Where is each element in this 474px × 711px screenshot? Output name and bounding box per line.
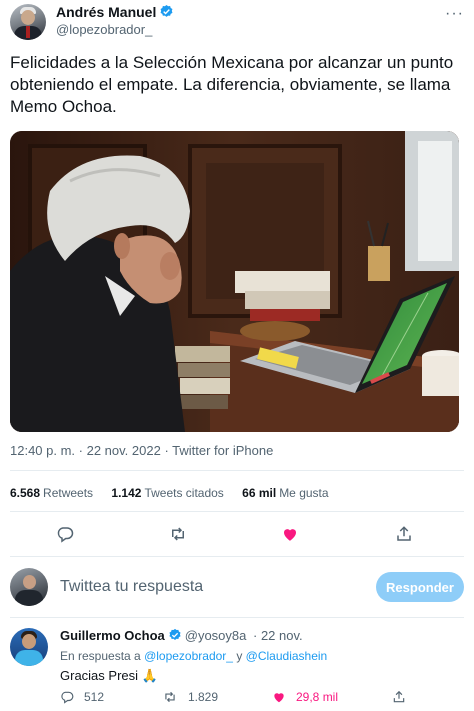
author-handle[interactable]: @lopezobrador_ [56,22,152,37]
retweets-label: Retweets [43,486,94,500]
reply-reply-action[interactable]: 512 [60,690,104,704]
reply-compose: Twittea tu respuesta Responder [10,566,464,606]
in-reply-conjunction: y [236,649,243,663]
verified-badge-icon [159,4,174,22]
mention-link[interactable]: @Claudiashein [246,649,328,663]
reply-share-action[interactable] [392,690,406,704]
mention-link[interactable]: @lopezobrador_ [144,649,233,663]
likes-label: Me gusta [279,486,329,500]
tweet-time[interactable]: 12:40 p. m. [10,443,75,458]
author-name[interactable]: Andrés Manuel [56,4,156,20]
retweets-stat[interactable]: 6.568 Retweets [10,486,93,500]
tweet-text: Felicidades a la Selección Mexicana por … [10,53,454,116]
reply-retweets-count: 1.829 [188,690,219,704]
reply-date[interactable]: · 22 nov. [253,628,303,643]
verified-badge-icon [168,628,182,645]
retweets-count: 6.568 [10,486,41,500]
reply-icon[interactable] [55,524,75,544]
quotes-count: 1.142 [111,486,142,500]
more-icon[interactable]: ··· [445,6,464,22]
tweet-date[interactable]: 22 nov. 2022 [87,443,161,458]
tweet-stats: 6.568 Retweets 1.142 Tweets citados 66 mil… [10,486,344,500]
share-icon [393,690,405,703]
in-reply-to: En respuesta a @lopezobrador_ y @Claudia… [60,649,327,663]
meta-separator: · [75,443,87,458]
heart-icon[interactable] [280,524,300,544]
reply-author-avatar[interactable] [10,628,48,666]
likes-count: 66 mil [242,486,277,500]
reply-retweet-action[interactable]: 1.829 [162,690,218,704]
reply-text: Gracias Presi 🙏 [60,668,158,683]
author-name-row[interactable]: Andrés Manuel [56,4,174,22]
divider [10,617,464,618]
meta-separator: · [160,443,173,458]
quotes-stat[interactable]: 1.142 Tweets citados [111,486,223,500]
share-icon[interactable] [394,524,414,544]
reply-action-bar: 512 1.829 29,8 mil [60,690,410,708]
tweet-meta: 12:40 p. m. · 22 nov. 2022 · Twitter for… [10,443,273,458]
in-reply-prefix: En respuesta a [60,649,141,663]
heart-icon [274,693,284,703]
reply-likes-count: 29,8 mil [296,690,339,704]
tweet-photo[interactable] [10,131,459,432]
reply-icon [61,691,74,704]
divider [10,470,464,471]
retweet-icon [165,691,175,703]
reply-like-action[interactable]: 29,8 mil [272,690,338,704]
reply-author-name[interactable]: Guillermo Ochoa [60,628,165,643]
author-avatar[interactable] [10,4,46,40]
tweet-header: Andrés Manuel @lopezobrador_ ··· [10,4,464,40]
tweet-source[interactable]: Twitter for iPhone [172,443,273,458]
reply-author-row: Guillermo Ochoa @yosoy8a · 22 nov. [60,628,303,645]
divider [10,511,464,512]
reply-author-handle[interactable]: @yosoy8a [185,628,247,643]
likes-stat[interactable]: 66 mil Me gusta [242,486,328,500]
reply-replies-count: 512 [84,690,105,704]
user-avatar[interactable] [10,568,48,606]
retweet-icon[interactable] [168,524,188,544]
quotes-label: Tweets citados [144,486,224,500]
reply-input[interactable]: Twittea tu respuesta [60,578,203,596]
tweet-action-bar [10,520,464,548]
reply-button[interactable]: Responder [376,572,464,602]
divider [10,556,464,557]
reply-tweet[interactable]: Guillermo Ochoa @yosoy8a · 22 nov. En res… [10,628,464,708]
